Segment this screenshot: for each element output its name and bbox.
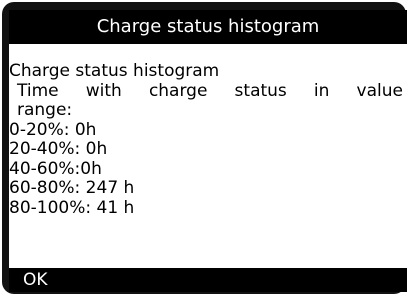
footer-bar: OK (9, 268, 407, 292)
description-line-continued: range: (17, 100, 73, 120)
ok-button[interactable]: OK (23, 268, 48, 292)
range-20-40: 20-40%: 0h (9, 139, 108, 159)
description-line: Time with charge status in value (17, 80, 403, 101)
range-60-80: 60-80%: 247 h (9, 178, 135, 198)
content-heading: Charge status histogram (9, 61, 220, 81)
range-0-20: 0-20%: 0h (9, 119, 97, 140)
content-area: Charge status histogram Time with charge… (9, 61, 407, 218)
range-40-60: 40-60%:0h (9, 158, 102, 179)
title-bar: Charge status histogram (9, 10, 407, 44)
window-title: Charge status histogram (96, 16, 320, 37)
range-80-100: 80-100%: 41 h (9, 197, 135, 218)
screen: Charge status histogram Charge status hi… (9, 10, 407, 292)
